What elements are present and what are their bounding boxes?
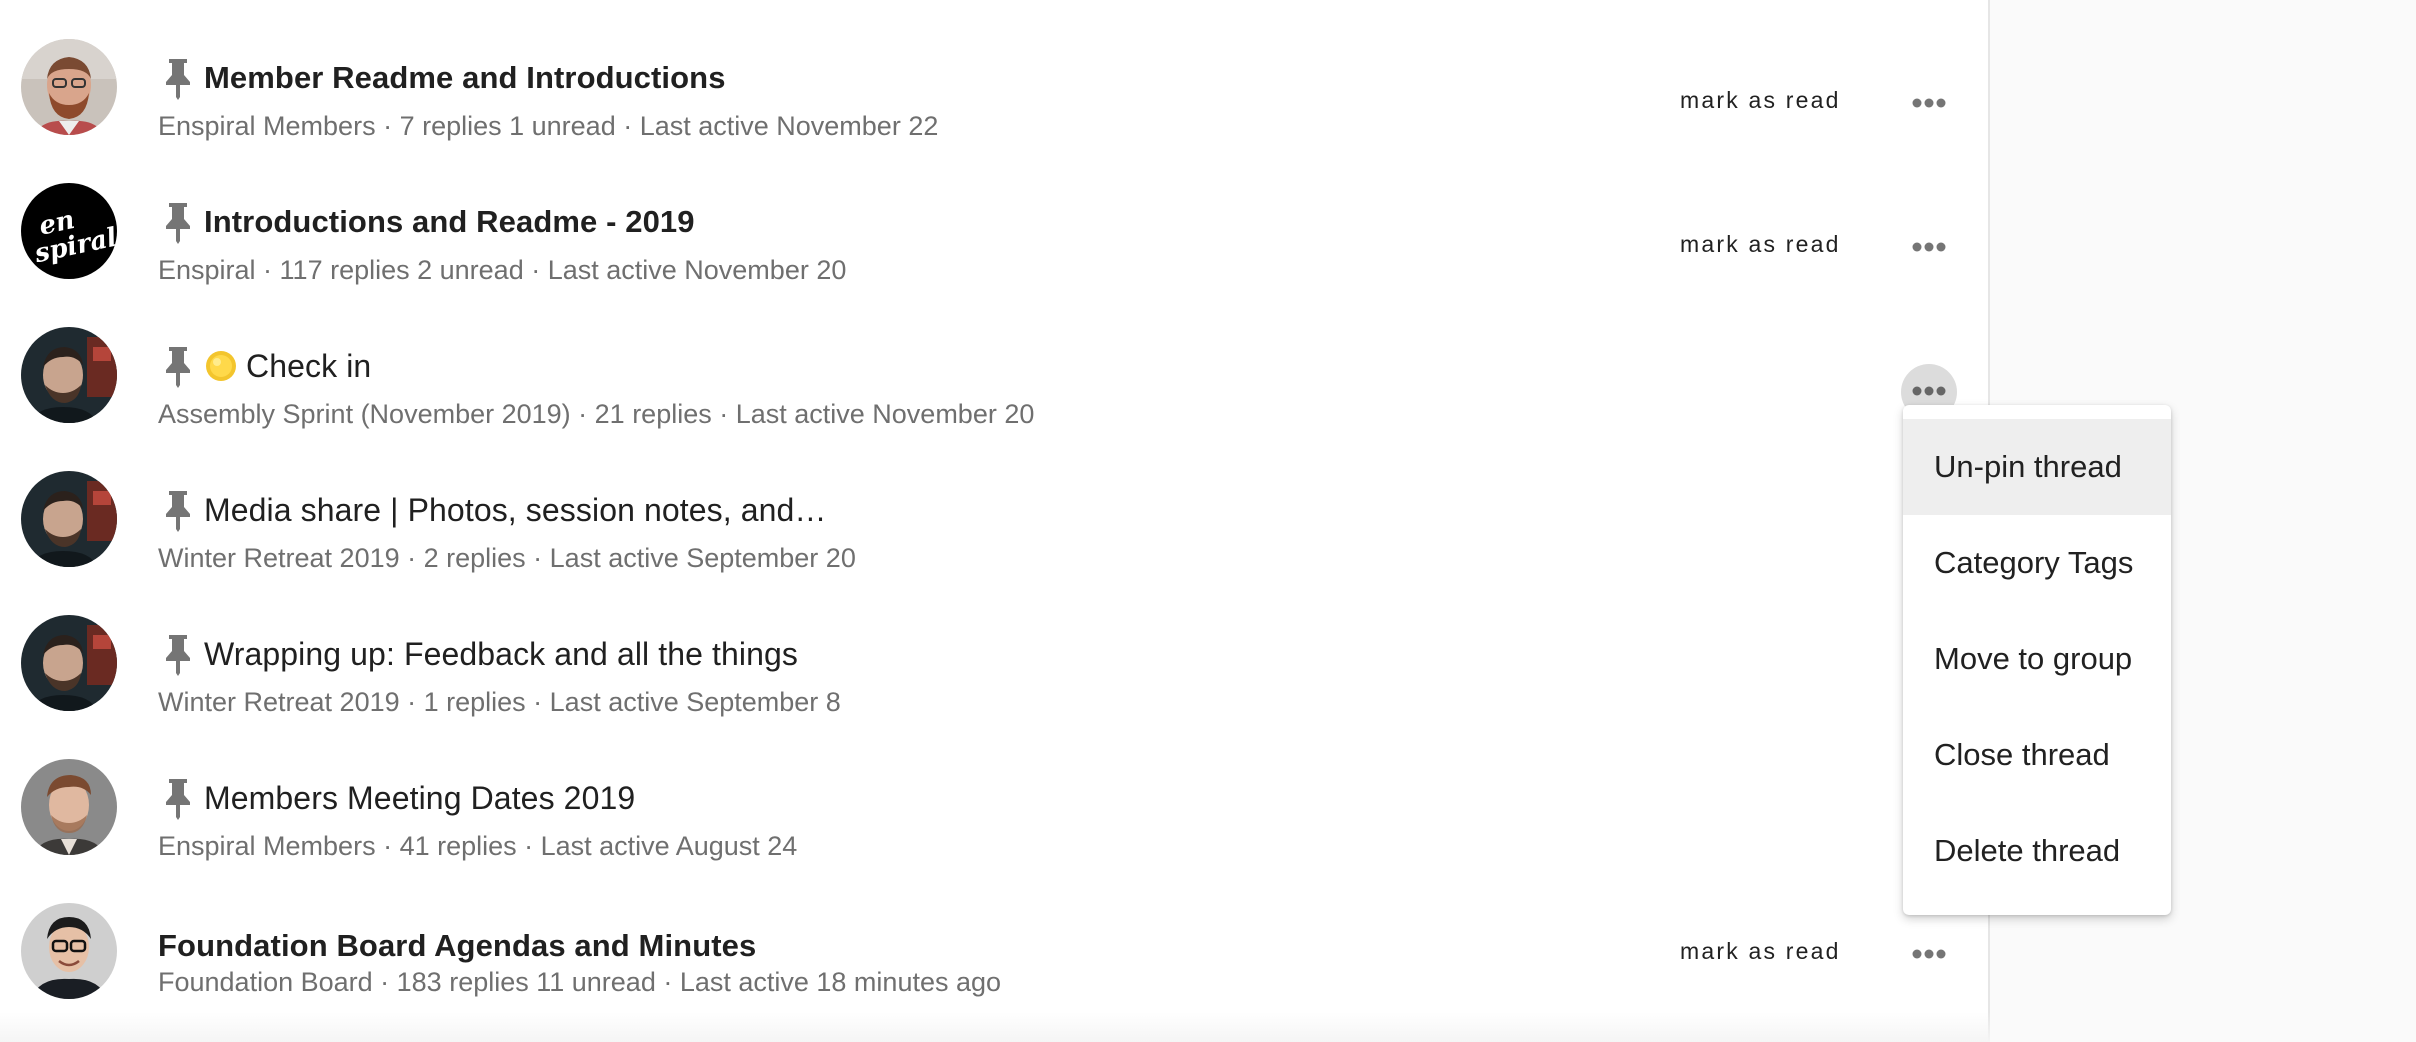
- more-options-button[interactable]: [1901, 927, 1957, 983]
- thread-title[interactable]: Member Readme and Introductions: [204, 60, 726, 96]
- pin-icon: [158, 199, 198, 245]
- thread-row[interactable]: Wrapping up: Feedback and all the things…: [0, 591, 1990, 735]
- pin-icon: [158, 343, 198, 389]
- bottom-fade: [0, 1012, 1990, 1042]
- more-dots-icon: [1912, 946, 1946, 964]
- more-options-button[interactable]: [1901, 76, 1957, 132]
- thread-row[interactable]: Foundation Board Agendas and Minutes Fou…: [0, 879, 1990, 1023]
- thread-options-menu: Un-pin thread Category Tags Move to grou…: [1903, 405, 2171, 915]
- thread-row[interactable]: Check in Assembly Sprint (November 2019)…: [0, 303, 1990, 447]
- menu-item-move-to-group[interactable]: Move to group: [1903, 611, 2171, 707]
- menu-item-close-thread[interactable]: Close thread: [1903, 707, 2171, 803]
- thread-row[interactable]: Member Readme and Introductions Enspiral…: [0, 15, 1990, 159]
- thread-title[interactable]: Check in: [246, 348, 371, 385]
- thread-meta: Winter Retreat 2019 · 2 replies · Last a…: [158, 543, 856, 573]
- thread-row[interactable]: Media share | Photos, session notes, and…: [0, 447, 1990, 591]
- mark-as-read-button[interactable]: mark as read: [1680, 231, 1841, 258]
- thread-title-line[interactable]: Foundation Board Agendas and Minutes: [158, 921, 756, 971]
- author-avatar[interactable]: [21, 903, 117, 999]
- thread-row[interactable]: en spiral Introductions and Readme - 201…: [0, 159, 1990, 303]
- group-avatar[interactable]: en spiral: [21, 183, 117, 279]
- thread-list: Member Readme and Introductions Enspiral…: [0, 0, 1990, 1042]
- mark-as-read-button[interactable]: mark as read: [1680, 87, 1841, 114]
- more-dots-icon: [1912, 239, 1946, 257]
- pin-icon: [158, 631, 198, 677]
- thread-meta: Foundation Board · 183 replies 11 unread…: [158, 967, 1002, 997]
- author-avatar[interactable]: [21, 759, 117, 855]
- thread-meta: Winter Retreat 2019 · 1 replies · Last a…: [158, 687, 841, 717]
- more-dots-icon: [1912, 383, 1946, 401]
- menu-item-delete-thread[interactable]: Delete thread: [1903, 803, 2171, 899]
- menu-item-category-tags[interactable]: Category Tags: [1903, 515, 2171, 611]
- thread-title-line[interactable]: Member Readme and Introductions: [158, 53, 726, 103]
- thread-row[interactable]: Members Meeting Dates 2019 Enspiral Memb…: [0, 735, 1990, 879]
- author-avatar[interactable]: [21, 327, 117, 423]
- more-dots-icon: [1912, 95, 1946, 113]
- author-avatar[interactable]: [21, 39, 117, 135]
- thread-title-line[interactable]: Check in: [158, 341, 371, 391]
- thread-meta: Enspiral Members · 41 replies · Last act…: [158, 831, 798, 861]
- mark-as-read-button[interactable]: mark as read: [1680, 938, 1841, 965]
- thread-title[interactable]: Introductions and Readme - 2019: [204, 204, 695, 240]
- menu-item-unpin-thread[interactable]: Un-pin thread: [1903, 419, 2171, 515]
- thread-title-line[interactable]: Members Meeting Dates 2019: [158, 773, 635, 823]
- thread-meta: Enspiral Members · 7 replies 1 unread · …: [158, 111, 939, 141]
- thread-title[interactable]: Members Meeting Dates 2019: [204, 780, 635, 817]
- author-avatar[interactable]: [21, 615, 117, 711]
- pin-icon: [158, 487, 198, 533]
- thread-title-line[interactable]: Media share | Photos, session notes, and…: [158, 485, 827, 535]
- thread-title-line[interactable]: Introductions and Readme - 2019: [158, 197, 695, 247]
- sun-icon: [204, 349, 238, 383]
- more-options-button[interactable]: [1901, 220, 1957, 276]
- thread-title[interactable]: Wrapping up: Feedback and all the things: [204, 636, 798, 673]
- pin-icon: [158, 55, 198, 101]
- thread-title-line[interactable]: Wrapping up: Feedback and all the things: [158, 629, 798, 679]
- thread-title[interactable]: Media share | Photos, session notes, and…: [204, 492, 827, 529]
- author-avatar[interactable]: [21, 471, 117, 567]
- thread-meta: Enspiral · 117 replies 2 unread · Last a…: [158, 255, 847, 285]
- thread-title[interactable]: Foundation Board Agendas and Minutes: [158, 928, 756, 964]
- thread-meta: Assembly Sprint (November 2019) · 21 rep…: [158, 399, 1035, 429]
- pin-icon: [158, 775, 198, 821]
